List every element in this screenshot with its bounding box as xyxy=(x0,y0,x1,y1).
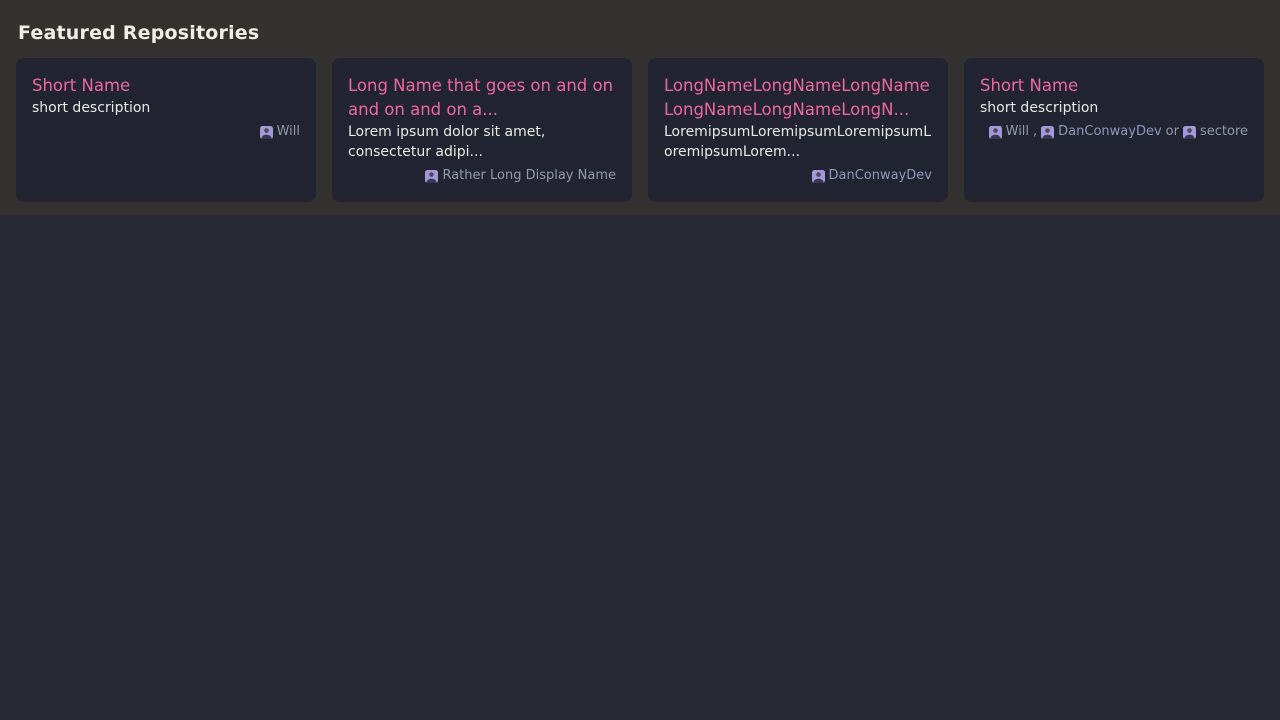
maintainer-link[interactable]: Will xyxy=(989,124,1029,140)
repo-maintainers-row: Will , DanConwayDev or sectore xyxy=(980,124,1248,140)
avatar-icon xyxy=(989,126,1002,139)
maintainer-name: sectore xyxy=(1200,124,1248,140)
avatar-icon xyxy=(812,170,825,183)
avatar-icon xyxy=(1041,126,1054,139)
featured-repositories-section: Featured Repositories Short Name short d… xyxy=(0,0,1280,215)
repo-maintainers-row: DanConwayDev xyxy=(664,168,932,184)
repo-card[interactable]: LongNameLongNameLongNameLongNameLongName… xyxy=(648,58,948,202)
avatar-icon xyxy=(425,170,438,183)
repo-card[interactable]: Long Name that goes on and on and on and… xyxy=(332,58,632,202)
maintainer-link[interactable]: Rather Long Display Name xyxy=(425,168,616,184)
repo-card[interactable]: Short Name short description Will , DanC… xyxy=(964,58,1264,202)
repo-title-link[interactable]: Short Name xyxy=(980,74,1248,98)
maintainer-name: Will xyxy=(277,124,300,140)
maintainer-name: Rather Long Display Name xyxy=(442,168,616,184)
maintainer-link[interactable]: sectore xyxy=(1183,124,1248,140)
maintainer-link[interactable]: DanConwayDev xyxy=(812,168,932,184)
avatar-icon xyxy=(1183,126,1196,139)
repo-card[interactable]: Short Name short description Will xyxy=(16,58,316,202)
repo-title-link[interactable]: LongNameLongNameLongNameLongNameLongName… xyxy=(664,74,932,122)
repo-description: Lorem ipsum dolor sit amet, consectetur … xyxy=(348,122,616,162)
maintainer-link[interactable]: Will xyxy=(260,124,300,140)
maintainer-name: DanConwayDev xyxy=(829,168,932,184)
repo-description: LoremipsumLoremipsumLoremipsumLoremipsum… xyxy=(664,122,932,162)
maintainer-separator: or xyxy=(1166,124,1179,140)
repo-title-link[interactable]: Long Name that goes on and on and on and… xyxy=(348,74,616,122)
repo-cards-row: Short Name short description Will Long N… xyxy=(16,58,1264,202)
maintainer-name: Will xyxy=(1006,124,1029,140)
maintainer-name: DanConwayDev xyxy=(1058,124,1161,140)
maintainer-link[interactable]: DanConwayDev xyxy=(1041,124,1161,140)
section-heading: Featured Repositories xyxy=(18,22,1264,45)
repo-maintainers-row: Will xyxy=(32,124,300,140)
repo-title-link[interactable]: Short Name xyxy=(32,74,300,98)
avatar-icon xyxy=(260,126,273,139)
repo-maintainers-row: Rather Long Display Name xyxy=(348,168,616,184)
maintainer-separator: , xyxy=(1033,124,1037,140)
repo-description: short description xyxy=(32,98,300,118)
repo-description: short description xyxy=(980,98,1248,118)
